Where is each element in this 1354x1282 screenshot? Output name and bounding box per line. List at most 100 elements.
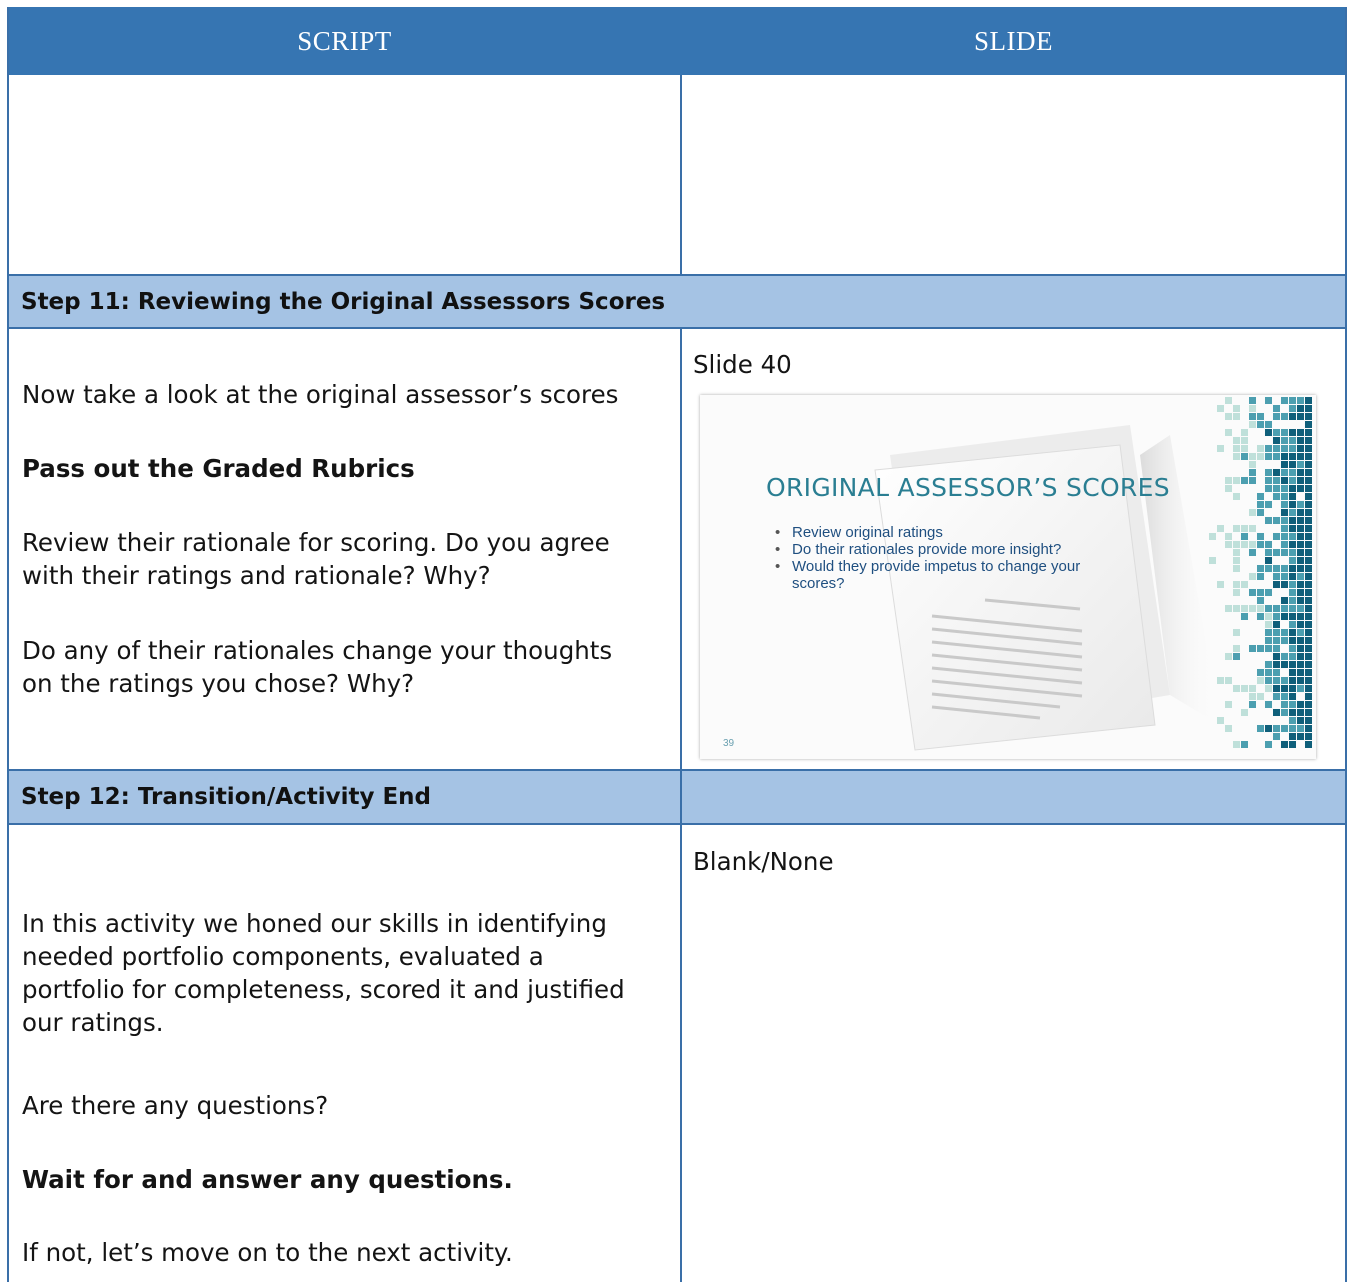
table-border-right — [1345, 7, 1347, 1282]
mosaic-tile — [1305, 589, 1312, 596]
mosaic-tile — [1281, 741, 1288, 748]
mosaic-tile — [1289, 525, 1296, 532]
mosaic-tile — [1273, 477, 1280, 484]
mosaic-tile — [1281, 613, 1288, 620]
mosaic-tile — [1305, 429, 1312, 436]
mosaic-tile — [1233, 581, 1240, 588]
mosaic-tile — [1217, 445, 1224, 452]
mosaic-tile — [1265, 685, 1272, 692]
mosaic-tile — [1241, 709, 1248, 716]
mosaic-tile — [1289, 509, 1296, 516]
mosaic-tile — [1273, 613, 1280, 620]
mosaic-tile — [1241, 613, 1248, 620]
mosaic-tile — [1257, 533, 1264, 540]
script-column-header: SCRIPT — [8, 7, 681, 75]
mosaic-tile — [1249, 413, 1256, 420]
mosaic-tile — [1265, 517, 1272, 524]
mosaic-tile — [1225, 429, 1232, 436]
mosaic-tile — [1225, 533, 1232, 540]
mosaic-tile — [1209, 557, 1216, 564]
mosaic-tile — [1297, 677, 1304, 684]
mosaic-tile — [1249, 573, 1256, 580]
mosaic-tile — [1281, 605, 1288, 612]
mosaic-tile — [1241, 445, 1248, 452]
mosaic-tile — [1233, 557, 1240, 564]
mosaic-tile — [1305, 445, 1312, 452]
mosaic-tile — [1257, 669, 1264, 676]
mosaic-tile — [1257, 509, 1264, 516]
mosaic-tile — [1305, 525, 1312, 532]
mosaic-tile — [1297, 717, 1304, 724]
mosaic-tile — [1241, 477, 1248, 484]
mosaic-tile — [1297, 629, 1304, 636]
mosaic-tile — [1289, 413, 1296, 420]
mosaic-tile — [1281, 485, 1288, 492]
mosaic-tile — [1273, 429, 1280, 436]
mosaic-tile — [1297, 701, 1304, 708]
mosaic-tile — [1289, 629, 1296, 636]
mosaic-tile — [1289, 597, 1296, 604]
mosaic-tile — [1265, 421, 1272, 428]
mosaic-tile — [1305, 541, 1312, 548]
mosaic-tile — [1257, 589, 1264, 596]
mosaic-tile — [1305, 733, 1312, 740]
text-line: In this activity we honed our skills in … — [22, 909, 607, 938]
mosaic-tile — [1265, 469, 1272, 476]
mosaic-tile — [1265, 661, 1272, 668]
mosaic-tile — [1265, 541, 1272, 548]
mosaic-tile — [1297, 541, 1304, 548]
table-border-left — [7, 7, 9, 1282]
mosaic-tile — [1305, 461, 1312, 468]
step-11-script-p4: Do any of their rationales change your t… — [22, 634, 612, 700]
mosaic-tile — [1225, 605, 1232, 612]
mosaic-tile — [1233, 645, 1240, 652]
mosaic-tile — [1257, 445, 1264, 452]
mosaic-tile — [1297, 637, 1304, 644]
mosaic-tile — [1297, 589, 1304, 596]
mosaic-tile — [1217, 677, 1224, 684]
mosaic-tile — [1257, 693, 1264, 700]
mosaic-tile — [1297, 669, 1304, 676]
mosaic-tile — [1225, 485, 1232, 492]
mosaic-tile — [1225, 653, 1232, 660]
mosaic-tile — [1265, 701, 1272, 708]
mosaic-tile — [1297, 597, 1304, 604]
slide-thumbnail-title: ORIGINAL ASSESSOR’S SCORES — [766, 473, 1170, 502]
mosaic-tile — [1265, 445, 1272, 452]
mosaic-tile — [1281, 581, 1288, 588]
mosaic-tile — [1297, 405, 1304, 412]
mosaic-tile — [1297, 485, 1304, 492]
mosaic-tile — [1241, 437, 1248, 444]
mosaic-tile — [1305, 565, 1312, 572]
mosaic-tile — [1305, 509, 1312, 516]
mosaic-tile — [1265, 629, 1272, 636]
mosaic-tile — [1233, 525, 1240, 532]
mosaic-tile — [1233, 741, 1240, 748]
mosaic-tile — [1265, 725, 1272, 732]
mosaic-tile — [1297, 549, 1304, 556]
mosaic-tile — [1233, 445, 1240, 452]
mosaic-tile — [1305, 437, 1312, 444]
mosaic-tile — [1249, 525, 1256, 532]
mosaic-tile — [1281, 525, 1288, 532]
mosaic-tile — [1257, 421, 1264, 428]
mosaic-tile — [1273, 445, 1280, 452]
mosaic-tile — [1217, 717, 1224, 724]
mosaic-tile — [1265, 453, 1272, 460]
mosaic-tile — [1249, 693, 1256, 700]
mosaic-tile — [1225, 725, 1232, 732]
mosaic-tile — [1273, 733, 1280, 740]
mosaic-tile — [1281, 677, 1288, 684]
mosaic-tile — [1305, 573, 1312, 580]
mosaic-tile — [1305, 725, 1312, 732]
mosaic-tile — [1281, 509, 1288, 516]
mosaic-tile — [1217, 525, 1224, 532]
mosaic-tile — [1305, 605, 1312, 612]
mosaic-tile — [1297, 413, 1304, 420]
mosaic-tile — [1233, 477, 1240, 484]
mosaic-tile — [1281, 517, 1288, 524]
slide-bullet: Would they provide impetus to change you… — [775, 558, 1132, 592]
mosaic-tile — [1273, 581, 1280, 588]
mosaic-tile — [1257, 493, 1264, 500]
mosaic-tile — [1265, 613, 1272, 620]
